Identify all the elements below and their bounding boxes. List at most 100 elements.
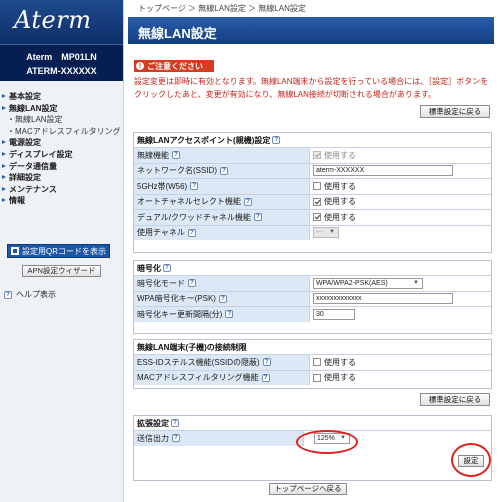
back-to-top-button[interactable]: トップページへ戻る [269,483,347,495]
row-auto-channel: オートチャネルセレクト機能? 使用する [134,193,491,209]
breadcrumb: トップページ ＞ 無線LAN設定 ＞ 無線LAN設定 [138,4,306,13]
checkbox-label: 使用する [324,373,356,383]
field-label: 暗号化モード? [134,276,310,291]
chevron-down-icon: ▼ [329,229,335,236]
arrow-right-icon [1,163,8,170]
nav-advanced-settings[interactable]: 詳細設定 [0,172,123,184]
encryption-mode-select[interactable]: WPA/WPA2-PSK(AES) ▼ [313,277,423,289]
channel-select[interactable]: --- ▼ [313,227,339,239]
row-mac-filtering: MACアドレスフィルタリング機能? 使用する [134,369,491,385]
row-key-interval: 暗号化キー更新間隔(分)? 30 [134,306,491,322]
notice-badge: ! ご注意ください [134,60,214,72]
apn-wizard-button[interactable]: APN設定ウィザード [22,265,101,277]
checkbox-label: 使用する [324,197,356,207]
help-icon[interactable]: ? [262,358,271,367]
help-icon[interactable]: ? [188,279,196,288]
side-nav: 基本設定 無線LAN設定 ・無線LAN設定 ・MACアドレスフィルタリング 電源… [0,81,123,207]
device-id: ATERM-XXXXXX [26,66,97,76]
row-ssid-stealth: ESS-IDステルス機能(SSIDの隠蔽)? 使用する [134,354,491,370]
help-icon[interactable]: ? [172,151,180,160]
field-label: 使用チャネル? [134,225,310,240]
connection-restriction-section: 無線LAN端末(子機)の接続制限 ESS-IDステルス機能(SSIDの隠蔽)? … [133,339,492,389]
help-icon[interactable]: ? [163,264,171,272]
reset-defaults-button[interactable]: 標準設定に戻る [420,105,490,118]
page-title: 無線LAN設定 [128,17,494,44]
device-info: Aterm MP01LN ATERM-XXXXXX [0,44,123,81]
field-label: 5GHz帯(W56)? [134,179,310,194]
help-icon[interactable]: ? [171,419,179,427]
arrow-right-icon [1,174,8,181]
arrow-right-icon [1,93,8,100]
help-icon[interactable]: ? [187,228,196,237]
model-name: Aterm MP01LN [26,52,97,62]
nav-maintenance[interactable]: メンテナンス [0,184,123,196]
notice-text: 設定変更は即時に有効となります。無線LAN端末から設定を行っている場合には、［設… [134,77,489,99]
nav-data-usage[interactable]: データ通信量 [0,160,123,172]
arrow-right-icon [1,186,8,193]
show-qr-code-button[interactable]: 設定用QRコードを表示 [7,244,110,258]
checkbox-label: 使用する [324,212,356,222]
help-icon[interactable]: ? [243,197,252,206]
help-icon: ? [4,290,12,299]
aterm-logo: Aterm [0,0,123,44]
row-wireless-function: 無線機能? 使用する [134,147,491,163]
help-icon[interactable]: ? [225,310,234,319]
nav-power-settings[interactable]: 電源設定 [0,137,123,149]
field-label: オートチャネルセレクト機能? [134,194,310,209]
arrow-right-icon [1,139,8,146]
key-interval-input[interactable]: 30 [313,308,355,320]
help-icon[interactable]: ? [220,166,228,175]
help-icon[interactable]: ? [218,294,227,303]
nav-wireless-lan-settings[interactable]: 無線LAN設定 [0,103,123,115]
checkbox-label: 使用する [324,150,356,160]
highlight-ring-set-button [451,443,491,477]
section-title: 無線LAN端末(子機)の接続制限 [137,342,247,352]
help-icon[interactable]: ? [253,213,262,222]
row-dual-quad-channel: デュアル/クワッドチャネル機能? 使用する [134,209,491,225]
exclamation-icon: ! [136,62,144,70]
nav-basic-settings[interactable]: 基本設定 [0,91,123,103]
auto-channel-checkbox[interactable] [313,197,321,206]
row-encryption-mode: 暗号化モード? WPA/WPA2-PSK(AES) ▼ [134,275,491,291]
highlight-ring-tx-power [296,430,358,454]
field-label: 暗号化キー更新間隔(分)? [134,307,310,322]
nav-display-settings[interactable]: ディスプレイ設定 [0,149,123,161]
field-label: デュアル/クワッドチャネル機能? [134,210,310,225]
section-title: 暗号化? [134,261,491,275]
help-icon[interactable]: ? [190,182,199,191]
arrow-right-icon [1,151,8,158]
help-icon[interactable]: ? [261,373,270,382]
field-label: WPA暗号化キー(PSK)? [134,291,310,306]
checkbox-label: 使用する [324,181,356,191]
reset-defaults-button-bottom[interactable]: 標準設定に戻る [420,393,490,406]
arrow-right-icon [1,105,8,112]
row-5ghz: 5GHz帯(W56)? 使用する [134,178,491,194]
row-channel: 使用チャネル? --- ▼ [134,224,491,240]
arrow-right-icon [1,197,8,204]
ssid-input[interactable]: aterm-XXXXXX [313,165,453,177]
nav-sub-wireless-lan[interactable]: ・無線LAN設定 [0,114,123,126]
main-content: トップページ ＞ 無線LAN設定 ＞ 無線LAN設定 無線LAN設定 ! ご注意く… [128,0,494,502]
nav-sub-mac-filtering[interactable]: ・MACアドレスフィルタリング [0,126,123,138]
checkbox-label: 使用する [324,357,356,367]
help-toggle[interactable]: ? ヘルプ表示 [4,289,56,300]
dual-quad-channel-checkbox[interactable] [313,213,321,222]
5ghz-checkbox[interactable] [313,182,321,191]
wireless-function-checkbox[interactable] [313,151,321,160]
section-title: 拡張設定? [134,416,491,430]
sidebar: Aterm Aterm MP01LN ATERM-XXXXXX 基本設定 無線L… [0,0,124,502]
nav-information[interactable]: 情報 [0,195,123,207]
encryption-section: 暗号化? 暗号化モード? WPA/WPA2-PSK(AES) ▼ WPA暗号化キー… [133,260,492,334]
field-label: ネットワーク名(SSID)? [134,163,310,178]
row-psk: WPA暗号化キー(PSK)? xxxxxxxxxxxxx [134,290,491,306]
row-ssid: ネットワーク名(SSID)? aterm-XXXXXX [134,162,491,178]
ssid-stealth-checkbox[interactable] [313,358,321,367]
mac-filtering-checkbox[interactable] [313,373,321,382]
field-label: 送信出力? [134,431,304,446]
psk-input[interactable]: xxxxxxxxxxxxx [313,293,453,305]
help-icon[interactable]: ? [272,136,281,144]
field-label: ESS-IDステルス機能(SSIDの隠蔽)? [134,355,310,370]
help-icon[interactable]: ? [172,434,180,443]
access-point-section: 無線LANアクセスポイント(親機)設定? 無線機能? 使用する ネットワーク名(… [133,132,492,253]
field-label: MACアドレスフィルタリング機能? [134,370,310,385]
